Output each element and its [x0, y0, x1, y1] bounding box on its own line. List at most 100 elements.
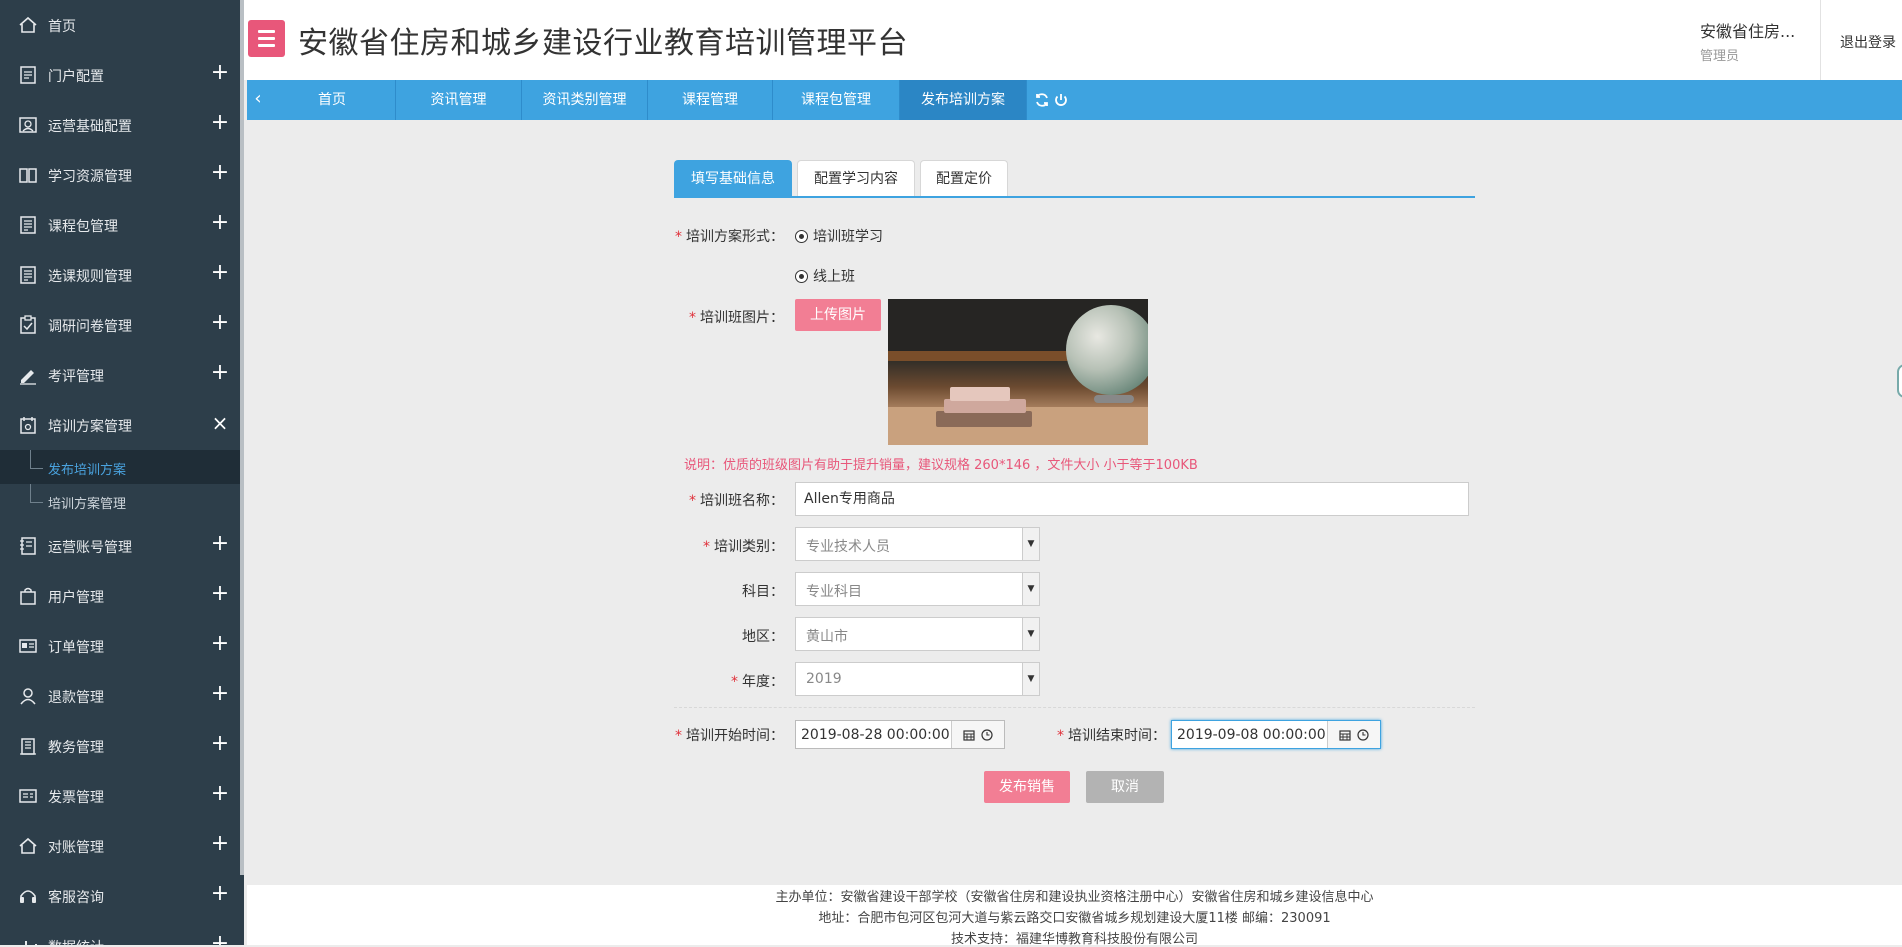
clock-icon[interactable]	[1357, 728, 1369, 741]
tab-scroll-left-icon[interactable]: ‹	[247, 80, 269, 120]
tab-learning-content[interactable]: 配置学习内容	[797, 160, 915, 197]
sidebar-item-invoices[interactable]: 发票管理 +	[0, 771, 240, 821]
refresh-icon[interactable]	[1034, 92, 1050, 108]
sidebar-item-label: 首页	[48, 19, 76, 35]
tab-course-package[interactable]: 课程包管理	[773, 80, 900, 120]
tab-courses[interactable]: 课程管理	[648, 80, 773, 120]
logout-link[interactable]: 退出登录	[1840, 32, 1896, 52]
clock-icon[interactable]	[981, 728, 993, 741]
sidebar-item-reconciliation[interactable]: 对账管理 +	[0, 821, 240, 871]
tab-news[interactable]: 资讯管理	[396, 80, 522, 120]
sidebar-item-learning-resources[interactable]: 学习资源管理 +	[0, 150, 240, 200]
app-title: 安徽省住房和城乡建设行业教育培训管理平台	[298, 26, 908, 61]
radio-class-learning[interactable]: 培训班学习	[795, 226, 883, 246]
bag-icon	[20, 587, 36, 605]
category-select[interactable]: 专业技术人员 ▼	[795, 527, 1040, 561]
region-select[interactable]: 黄山市 ▼	[795, 617, 1040, 651]
upload-image-button[interactable]: 上传图片	[795, 299, 881, 331]
chevron-down-icon: ▼	[1022, 528, 1039, 560]
user-name[interactable]: 安徽省住房...	[1700, 18, 1795, 42]
sidebar-scrollbar[interactable]	[240, 0, 244, 875]
sidebar-item-statistics[interactable]: 数据统计 +	[0, 921, 240, 945]
sidebar-item-ops-config[interactable]: 运营基础配置 +	[0, 100, 240, 150]
tree-branch-line	[30, 450, 43, 469]
expand-icon[interactable]: +	[210, 212, 230, 234]
class-name-input[interactable]: Allen专用商品	[795, 482, 1469, 516]
sidebar-item-portal-config[interactable]: 门户配置 +	[0, 50, 240, 100]
sidebar-item-ops-accounts[interactable]: 运营账号管理 +	[0, 521, 240, 571]
cancel-button[interactable]: 取消	[1086, 771, 1164, 803]
collapse-icon[interactable]: ×	[210, 413, 230, 433]
sidebar-item-orders[interactable]: 订单管理 +	[0, 621, 240, 671]
expand-icon[interactable]: +	[210, 733, 230, 755]
sidebar-subitem-publish-scheme[interactable]: 发布培训方案	[0, 450, 240, 484]
sidebar-item-label: 培训方案管理	[48, 419, 132, 435]
end-time-input[interactable]: 2019-09-08 00:00:00	[1171, 720, 1381, 749]
expand-icon[interactable]: +	[210, 883, 230, 905]
expand-icon[interactable]: +	[210, 362, 230, 384]
sidebar-item-customer-service[interactable]: 客服咨询 +	[0, 871, 240, 921]
floating-handle[interactable]	[1897, 364, 1902, 398]
sidebar-item-survey[interactable]: 调研问卷管理 +	[0, 300, 240, 350]
sidebar-item-academic[interactable]: 教务管理 +	[0, 721, 240, 771]
sidebar-subitem-label: 发布培训方案	[48, 463, 127, 478]
sidebar-item-label: 用户管理	[48, 590, 104, 606]
tab-basic-info[interactable]: 填写基础信息	[674, 160, 792, 197]
sidebar: 首页 门户配置 + 运营基础配置 + 学习资源管理 + 课程包管理 + 选课规则…	[0, 0, 244, 945]
sidebar-item-training-scheme[interactable]: 培训方案管理 ×	[0, 400, 240, 450]
calendar-icon[interactable]	[1339, 729, 1351, 741]
expand-icon[interactable]: +	[210, 933, 230, 946]
calendar-icon[interactable]	[963, 729, 975, 741]
radio-online-class[interactable]: 线上班	[795, 266, 855, 286]
sidebar-item-course-package[interactable]: 课程包管理 +	[0, 200, 240, 250]
hamburger-icon	[258, 30, 275, 33]
select-value: 专业科目	[806, 584, 862, 600]
sidebar-item-refunds[interactable]: 退款管理 +	[0, 671, 240, 721]
expand-icon[interactable]: +	[210, 783, 230, 805]
year-select[interactable]: 2019 ▼	[795, 662, 1040, 696]
image-hint-text: 说明：优质的班级图片有助于提升销量，建议规格 260*146 ，文件大小 小于等…	[684, 458, 1198, 473]
tab-pricing[interactable]: 配置定价	[920, 160, 1008, 197]
expand-icon[interactable]: +	[210, 162, 230, 184]
sidebar-item-label: 运营账号管理	[48, 540, 132, 556]
document-icon	[20, 66, 36, 84]
expand-icon[interactable]: +	[210, 583, 230, 605]
expand-icon[interactable]: +	[210, 633, 230, 655]
expand-icon[interactable]: +	[210, 833, 230, 855]
power-icon[interactable]	[1053, 92, 1069, 108]
scheme-form-label: * 培训方案形式：	[675, 229, 784, 245]
publish-button[interactable]: 发布销售	[984, 771, 1070, 803]
start-time-input[interactable]: 2019-08-28 00:00:00	[795, 720, 1005, 749]
expand-icon[interactable]: +	[210, 262, 230, 284]
user-pin-icon	[20, 688, 36, 705]
select-value: 2019	[806, 671, 842, 687]
book-icon	[19, 168, 37, 183]
tab-home[interactable]: 首页	[269, 80, 396, 120]
sidebar-item-home[interactable]: 首页	[0, 0, 240, 50]
expand-icon[interactable]: +	[210, 62, 230, 84]
sidebar-item-label: 对账管理	[48, 840, 104, 856]
category-label: * 培训类别：	[703, 539, 784, 555]
sidebar-item-course-rules[interactable]: 选课规则管理 +	[0, 250, 240, 300]
footer: 主办单位：安徽省建设干部学校（安徽省住房和建设执业资格注册中心）安徽省住房和城乡…	[247, 885, 1902, 947]
top-header: 安徽省住房和城乡建设行业教育培训管理平台 安徽省住房... 管理员 退出登录	[244, 0, 1902, 80]
expand-icon[interactable]: +	[210, 683, 230, 705]
sidebar-item-users[interactable]: 用户管理 +	[0, 571, 240, 621]
tab-news-category[interactable]: 资讯类别管理	[522, 80, 648, 120]
user-role: 管理员	[1700, 49, 1740, 64]
sidebar-item-label: 学习资源管理	[48, 169, 132, 185]
sidebar-subitem-scheme-management[interactable]: 培训方案管理	[0, 484, 240, 518]
tab-publish-scheme[interactable]: 发布培训方案	[900, 80, 1027, 120]
expand-icon[interactable]: +	[210, 312, 230, 334]
expand-icon[interactable]: +	[210, 533, 230, 555]
subject-select[interactable]: 专业科目 ▼	[795, 572, 1040, 606]
start-time-value: 2019-08-28 00:00:00	[801, 727, 950, 743]
building-icon	[20, 738, 36, 755]
expand-icon[interactable]: +	[210, 112, 230, 134]
menu-toggle-button[interactable]	[248, 20, 285, 57]
sidebar-item-evaluation[interactable]: 考评管理 +	[0, 350, 240, 400]
sidebar-item-label: 选课规则管理	[48, 269, 132, 285]
id-card-icon	[19, 639, 37, 653]
hamburger-icon	[258, 44, 275, 47]
end-time-value: 2019-09-08 00:00:00	[1177, 727, 1326, 743]
